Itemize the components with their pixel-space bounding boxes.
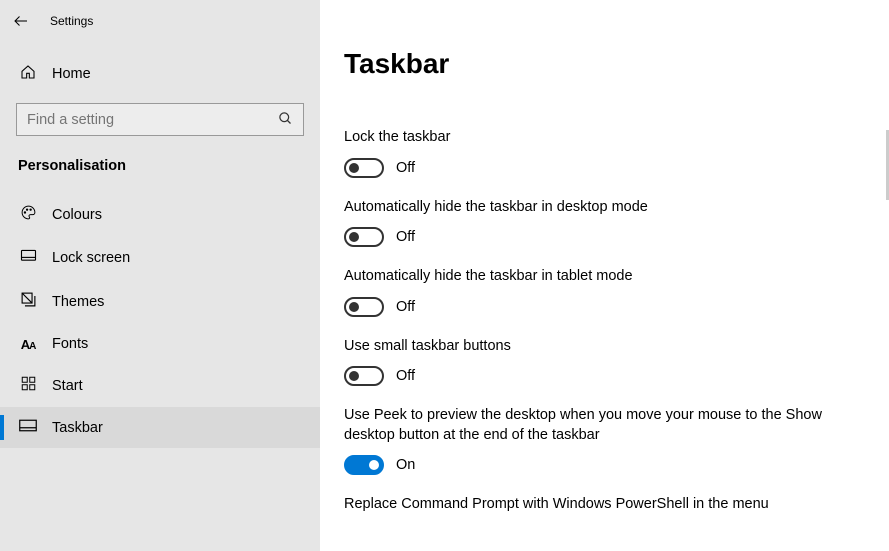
app-title: Settings bbox=[50, 14, 93, 28]
palette-icon bbox=[18, 204, 38, 225]
content-pane: Taskbar Lock the taskbar Off Automatical… bbox=[320, 0, 889, 551]
setting-autohide-desktop: Automatically hide the taskbar in deskto… bbox=[344, 198, 865, 248]
toggle-state: Off bbox=[396, 160, 415, 176]
sidebar-item-label: Start bbox=[52, 378, 83, 394]
sidebar-item-lockscreen[interactable]: Lock screen bbox=[0, 237, 320, 279]
toggle-state: Off bbox=[396, 368, 415, 384]
toggle-autohide-tablet[interactable] bbox=[344, 297, 384, 317]
search-box[interactable] bbox=[16, 103, 304, 136]
sidebar-item-start[interactable]: Start bbox=[0, 364, 320, 407]
category-header: Personalisation bbox=[0, 154, 320, 192]
setting-lock-taskbar: Lock the taskbar Off bbox=[344, 128, 865, 178]
setting-small-buttons: Use small taskbar buttons Off bbox=[344, 337, 865, 387]
setting-powershell-partial: Replace Command Prompt with Windows Powe… bbox=[344, 495, 865, 515]
setting-label: Lock the taskbar bbox=[344, 128, 865, 148]
setting-label: Use Peek to preview the desktop when you… bbox=[344, 406, 865, 445]
back-button[interactable] bbox=[0, 0, 42, 42]
home-icon bbox=[18, 64, 38, 83]
sidebar-item-label: Colours bbox=[52, 207, 102, 223]
toggle-peek[interactable] bbox=[344, 455, 384, 475]
home-label: Home bbox=[52, 66, 91, 82]
search-icon bbox=[278, 111, 293, 129]
toggle-small-buttons[interactable] bbox=[344, 366, 384, 386]
setting-autohide-tablet: Automatically hide the taskbar in tablet… bbox=[344, 267, 865, 317]
fonts-icon: AA bbox=[18, 337, 38, 352]
start-icon bbox=[18, 376, 38, 395]
sidebar-item-label: Themes bbox=[52, 294, 104, 310]
sidebar: Home Personalisation Colours Lock screen… bbox=[0, 0, 320, 551]
setting-label: Use small taskbar buttons bbox=[344, 337, 865, 357]
sidebar-item-label: Taskbar bbox=[52, 420, 103, 436]
themes-icon bbox=[18, 291, 38, 312]
sidebar-item-themes[interactable]: Themes bbox=[0, 279, 320, 324]
sidebar-item-label: Lock screen bbox=[52, 250, 130, 266]
setting-label: Automatically hide the taskbar in deskto… bbox=[344, 198, 865, 218]
sidebar-item-taskbar[interactable]: Taskbar bbox=[0, 407, 320, 448]
taskbar-icon bbox=[18, 419, 38, 436]
search-input[interactable] bbox=[27, 112, 278, 128]
toggle-lock-taskbar[interactable] bbox=[344, 158, 384, 178]
setting-peek: Use Peek to preview the desktop when you… bbox=[344, 406, 865, 475]
toggle-state: Off bbox=[396, 229, 415, 245]
toggle-autohide-desktop[interactable] bbox=[344, 227, 384, 247]
toggle-state: Off bbox=[396, 299, 415, 315]
sidebar-item-colours[interactable]: Colours bbox=[0, 192, 320, 237]
home-nav[interactable]: Home bbox=[0, 54, 320, 93]
lockscreen-icon bbox=[18, 249, 38, 267]
setting-label: Automatically hide the taskbar in tablet… bbox=[344, 267, 865, 287]
toggle-state: On bbox=[396, 457, 415, 473]
sidebar-item-fonts[interactable]: AA Fonts bbox=[0, 324, 320, 364]
page-title: Taskbar bbox=[344, 48, 865, 80]
setting-label: Replace Command Prompt with Windows Powe… bbox=[344, 495, 865, 515]
sidebar-item-label: Fonts bbox=[52, 336, 88, 352]
